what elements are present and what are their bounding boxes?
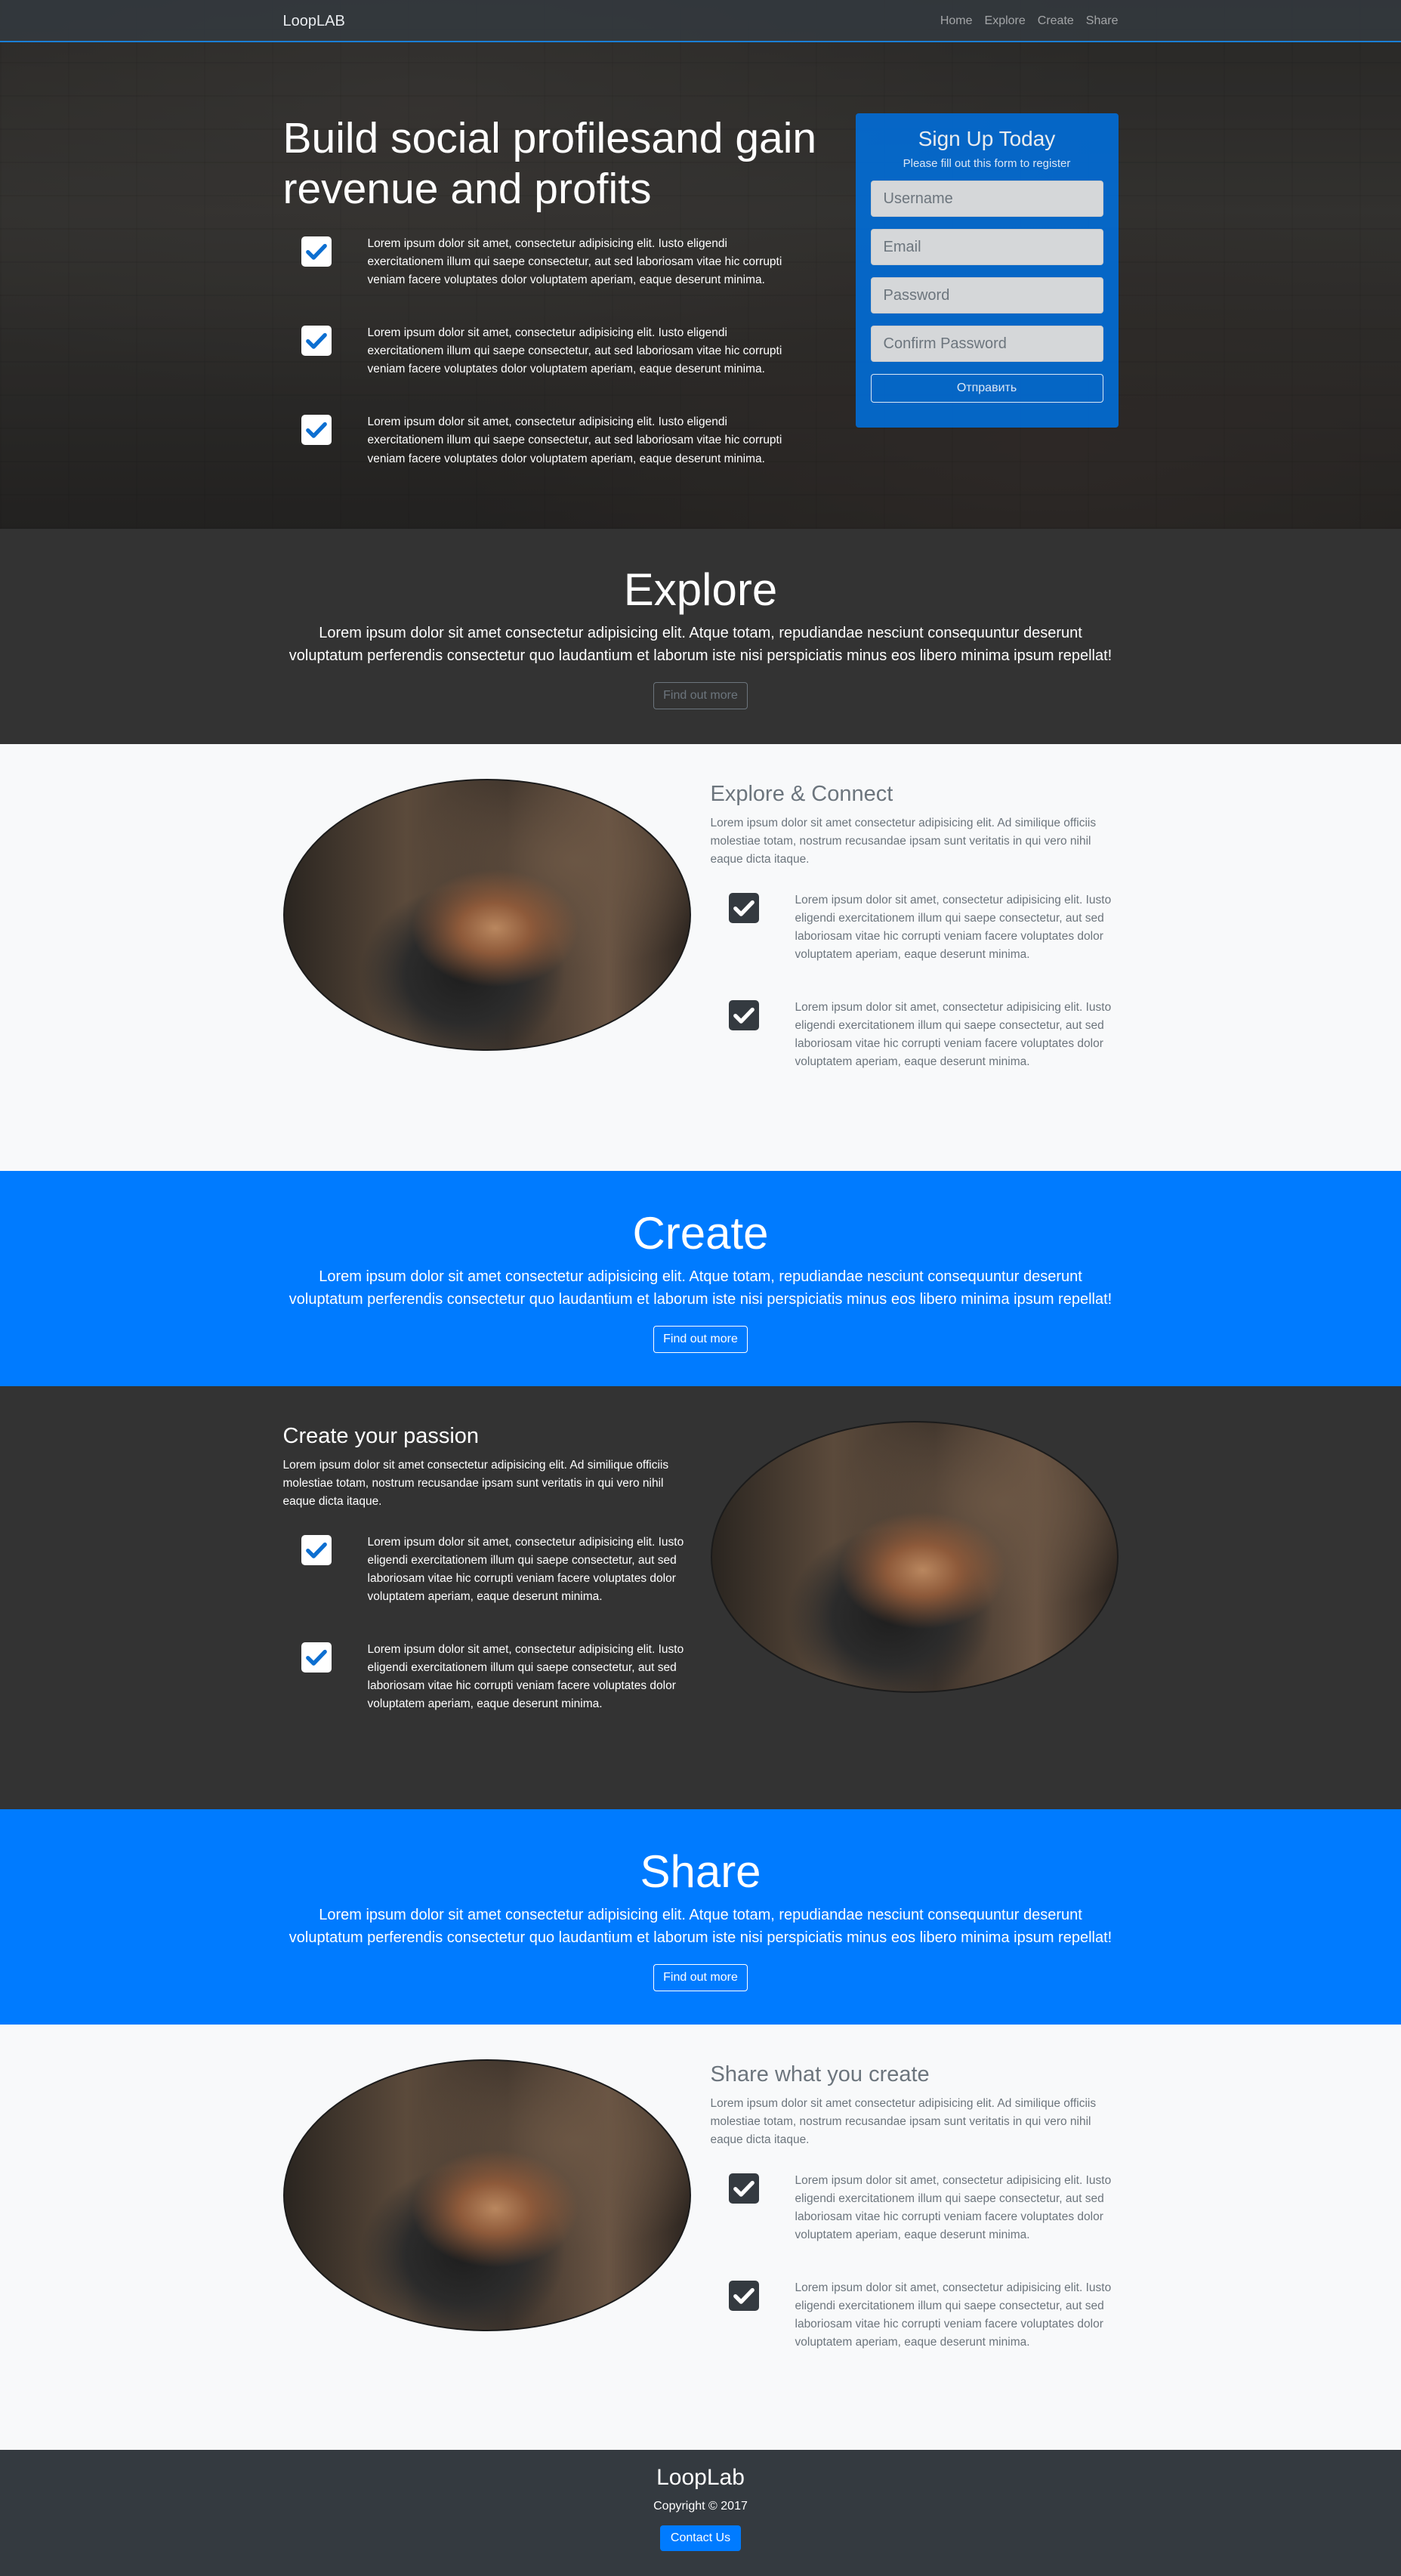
- check-square-icon: [301, 415, 332, 446]
- feature-item: Lorem ipsum dolor sit amet, consectetur …: [711, 2279, 1119, 2352]
- footer: LoopLab Copyright © 2017 Contact Us: [0, 2450, 1401, 2576]
- feature-item: Lorem ipsum dolor sit amet, consectetur …: [711, 999, 1119, 1071]
- hero-feature-text: Lorem ipsum dolor sit amet, consectetur …: [367, 326, 782, 376]
- nav-link-create[interactable]: Create: [1038, 14, 1074, 28]
- password-input[interactable]: [870, 277, 1103, 314]
- share-lead: Lorem ipsum dolor sit amet consectetur a…: [289, 1907, 1112, 1946]
- feature-item: Lorem ipsum dolor sit amet, consectetur …: [711, 2172, 1119, 2244]
- share-find-out-more-button[interactable]: Find out more: [653, 1964, 748, 1991]
- check-square-icon: [728, 2173, 759, 2204]
- check-square-icon: [301, 1642, 332, 1673]
- signup-subtitle: Please fill out this form to register: [903, 157, 1071, 170]
- section-title: Create your passion: [282, 1424, 480, 1448]
- check-square-icon: [728, 1000, 759, 1031]
- hero-feature: Lorem ipsum dolor sit amet, consectetur …: [283, 324, 827, 378]
- section-title: Share what you create: [710, 2062, 930, 2086]
- create-title: Create: [632, 1208, 769, 1259]
- feature-text: Lorem ipsum dolor sit amet, consectetur …: [795, 2174, 1112, 2242]
- share-create-content: Share what you create Lorem ipsum dolor …: [711, 2059, 1119, 2386]
- create-banner: Create Lorem ipsum dolor sit amet consec…: [0, 1171, 1401, 1386]
- explore-find-out-more-button[interactable]: Find out more: [653, 682, 748, 709]
- explore-connect-section: Explore & Connect Lorem ipsum dolor sit …: [0, 744, 1401, 1171]
- feature-text: Lorem ipsum dolor sit amet, consectetur …: [795, 2281, 1112, 2349]
- feature-text: Lorem ipsum dolor sit amet, consectetur …: [795, 1001, 1112, 1069]
- create-lead: Lorem ipsum dolor sit amet consectetur a…: [289, 1268, 1112, 1308]
- hero-feature-text: Lorem ipsum dolor sit amet, consectetur …: [367, 237, 782, 287]
- contact-us-button[interactable]: Contact Us: [659, 2525, 742, 2551]
- feature-text: Lorem ipsum dolor sit amet, consectetur …: [795, 894, 1112, 962]
- signup-submit-button[interactable]: Отправить: [870, 374, 1103, 403]
- section-image: [710, 1421, 1119, 1693]
- check-square-icon: [301, 1535, 332, 1566]
- nav-link-home[interactable]: Home: [940, 14, 973, 28]
- explore-banner: Explore Lorem ipsum dolor sit amet conse…: [0, 529, 1401, 744]
- explore-connect-content: Explore & Connect Lorem ipsum dolor sit …: [711, 779, 1119, 1106]
- hero-section: Build social profilesand gain revenue an…: [0, 0, 1401, 529]
- share-create-section: Share what you create Lorem ipsum dolor …: [0, 2025, 1401, 2450]
- section-image: [282, 779, 691, 1051]
- username-input[interactable]: [870, 181, 1103, 217]
- section-description: Lorem ipsum dolor sit amet consectetur a…: [710, 817, 1097, 866]
- check-square-icon: [301, 236, 332, 267]
- hero-title: Build social profilesand gain revenue an…: [282, 114, 817, 213]
- nav-links: Home Explore Create Share: [940, 14, 1119, 28]
- hero-feature: Lorem ipsum dolor sit amet, consectetur …: [283, 235, 827, 289]
- create-find-out-more-button[interactable]: Find out more: [653, 1326, 748, 1353]
- hero-feature: Lorem ipsum dolor sit amet, consectetur …: [283, 413, 827, 468]
- feature-item: Lorem ipsum dolor sit amet, consectetur …: [711, 891, 1119, 964]
- check-square-icon: [728, 2281, 759, 2312]
- nav-link-explore[interactable]: Explore: [985, 14, 1026, 28]
- section-description: Lorem ipsum dolor sit amet consectetur a…: [710, 2097, 1097, 2147]
- signup-form: Sign Up Today Please fill out this form …: [855, 113, 1119, 428]
- hero-content: Build social profilesand gain revenue an…: [283, 113, 827, 503]
- section-description: Lorem ipsum dolor sit amet consectetur a…: [282, 1459, 669, 1509]
- create-passion-content: Create your passion Lorem ipsum dolor si…: [283, 1421, 691, 1748]
- feature-item: Lorem ipsum dolor sit amet, consectetur …: [283, 1534, 691, 1606]
- explore-lead: Lorem ipsum dolor sit amet consectetur a…: [289, 625, 1112, 664]
- nav-link-share[interactable]: Share: [1086, 14, 1119, 28]
- email-input[interactable]: [870, 229, 1103, 265]
- section-title: Explore & Connect: [710, 782, 893, 806]
- signup-title: Sign Up Today: [918, 127, 1056, 150]
- navbar: LoopLAB Home Explore Create Share: [0, 0, 1401, 42]
- hero-feature-text: Lorem ipsum dolor sit amet, consectetur …: [367, 415, 782, 465]
- explore-title: Explore: [623, 564, 778, 615]
- share-banner: Share Lorem ipsum dolor sit amet consect…: [0, 1809, 1401, 2025]
- feature-text: Lorem ipsum dolor sit amet, consectetur …: [367, 1536, 684, 1604]
- footer-copyright: Copyright © 2017: [653, 2500, 748, 2513]
- feature-text: Lorem ipsum dolor sit amet, consectetur …: [367, 1643, 684, 1711]
- confirm-password-input[interactable]: [870, 326, 1103, 362]
- feature-item: Lorem ipsum dolor sit amet, consectetur …: [283, 1641, 691, 1713]
- brand-logo[interactable]: LoopLAB: [283, 13, 345, 30]
- create-passion-section: Create your passion Lorem ipsum dolor si…: [0, 1386, 1401, 1809]
- section-image: [282, 2059, 691, 2331]
- footer-brand: LoopLab: [656, 2465, 745, 2490]
- share-title: Share: [640, 1846, 761, 1897]
- check-square-icon: [301, 326, 332, 357]
- check-square-icon: [728, 893, 759, 924]
